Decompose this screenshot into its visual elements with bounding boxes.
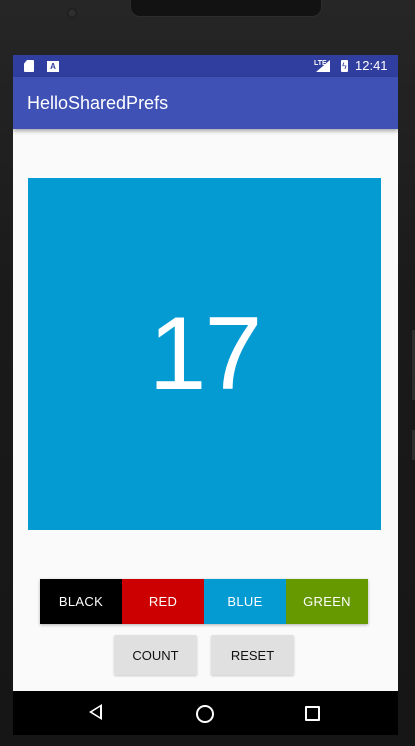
back-icon[interactable] [89,704,102,720]
recents-icon[interactable] [305,706,320,721]
navigation-bar [13,691,398,735]
blue-button[interactable]: BLUE [204,579,286,624]
green-button[interactable]: GREEN [286,579,368,624]
lte-label: LTE [314,60,327,67]
battery-charging-icon: ϟ [341,60,348,72]
black-button[interactable]: BLACK [40,579,122,624]
signal-icon: LTE [314,60,330,72]
sd-card-icon [24,60,34,72]
red-button[interactable]: RED [122,579,204,624]
count-display: 17 [28,178,381,530]
reset-button[interactable]: RESET [211,635,294,675]
color-button-row: BLACK RED BLUE GREEN [40,579,368,624]
count-value: 17 [148,296,263,412]
device-frame: A LTE ϟ 12:41 HelloSharedPrefs 17 BLACK … [0,0,415,746]
camera-dot [67,8,77,18]
speaker-grille [130,0,322,17]
app-bar: HelloSharedPrefs [13,77,398,129]
app-title: HelloSharedPrefs [27,93,169,113]
count-button[interactable]: COUNT [114,635,197,675]
a-notification-icon: A [47,61,59,72]
status-bar: A LTE ϟ 12:41 [13,55,398,77]
home-icon[interactable] [196,705,214,723]
status-time: 12:41 [355,58,388,73]
screen: A LTE ϟ 12:41 HelloSharedPrefs 17 BLACK … [13,55,398,691]
